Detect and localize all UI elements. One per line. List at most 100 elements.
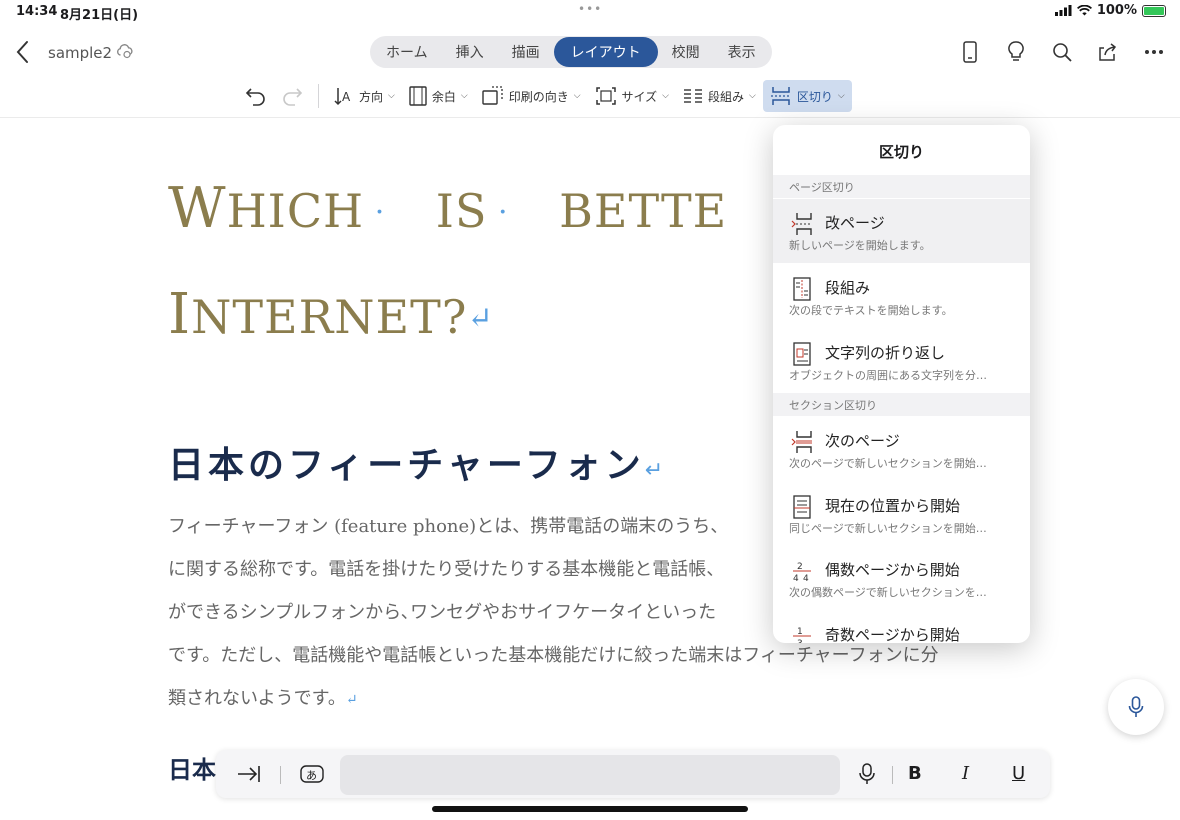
- title-word: IS: [435, 184, 488, 238]
- bar-divider: [280, 766, 281, 784]
- margins-label: 余白: [431, 89, 456, 104]
- next-page-break-icon: [791, 431, 812, 453]
- item-description: オブジェクトの周囲にある文字列を分…: [789, 369, 987, 382]
- redo-icon: [283, 88, 303, 106]
- svg-text:A: A: [342, 90, 351, 104]
- margins-button[interactable]: 余白 ⌵: [402, 80, 475, 112]
- dictation-button[interactable]: [1108, 679, 1164, 735]
- lightbulb-icon[interactable]: [1004, 40, 1028, 64]
- chevron-down-icon: ⌵: [460, 91, 468, 101]
- title-bar: sample2 ホーム 挿入 描画 レイアウト 校閲 表示: [0, 24, 1180, 80]
- break-odd-page[interactable]: 13 奇数ページから開始: [773, 611, 1030, 643]
- status-date: 8月21日(日): [60, 8, 139, 23]
- doc-title[interactable]: sample2: [48, 44, 112, 62]
- break-next-page[interactable]: 次のページ 次のページで新しいセクションを開始…: [773, 417, 1030, 481]
- even-page-break-icon: 24 4: [793, 562, 811, 583]
- body-text: 類されないようです。: [168, 688, 346, 709]
- svg-text:あ: あ: [306, 769, 317, 782]
- break-text-wrapping[interactable]: 文字列の折り返し オブジェクトの周囲にある文字列を分…: [773, 329, 1030, 393]
- chevron-down-icon: ⌵: [662, 91, 669, 101]
- item-description: 同じページで新しいセクションを開始…: [789, 522, 987, 535]
- item-label: 偶数ページから開始: [825, 561, 960, 579]
- mobile-view-icon[interactable]: [958, 40, 982, 64]
- home-indicator[interactable]: [432, 806, 748, 812]
- italic-button[interactable]: I: [962, 763, 969, 784]
- tab-home[interactable]: ホーム: [372, 37, 442, 67]
- battery-percent: 100%: [1096, 3, 1137, 18]
- bold-button[interactable]: B: [908, 763, 922, 784]
- body-line-last: 類されないようです。↵: [168, 684, 358, 710]
- microphone-icon: [1128, 696, 1144, 717]
- break-page-break[interactable]: 改ページ 新しいページを開始します。: [773, 199, 1030, 263]
- break-column[interactable]: 段組み 次の段でテキストを開始します。: [773, 264, 1030, 328]
- input-method-icon[interactable]: あ: [300, 763, 324, 785]
- underline-button[interactable]: U: [1012, 763, 1025, 784]
- chevron-down-icon: ⌵: [388, 91, 395, 101]
- microphone-icon[interactable]: [858, 763, 876, 785]
- orientation-button[interactable]: 印刷の向き ⌵: [475, 80, 588, 112]
- heading-feature-phone: 日本のフィーチャーフォン↵: [168, 436, 667, 488]
- title-word: HICH: [226, 184, 365, 238]
- heading-2: 日本: [168, 756, 216, 784]
- break-even-page[interactable]: 244 偶数ページから開始 次の偶数ページで新しいセクションを…: [773, 546, 1030, 610]
- more-icon[interactable]: [1142, 40, 1166, 64]
- orientation-label: 印刷の向き: [508, 89, 569, 104]
- break-continuous[interactable]: 現在の位置から開始 同じページで新しいセクションを開始…: [773, 482, 1030, 546]
- status-bar: 14:34 8月21日(日) ••• 100%: [0, 0, 1180, 24]
- size-button[interactable]: サイズ ⌵: [588, 80, 676, 112]
- status-right: 100%: [1054, 3, 1166, 18]
- space-mark: ·: [487, 195, 520, 230]
- undo-button[interactable]: [238, 80, 274, 112]
- title-actions: [958, 40, 1166, 64]
- columns-icon: [684, 89, 702, 103]
- back-chevron-icon[interactable]: [12, 38, 34, 66]
- body-line: に関する総称です。電話を掛けたり受けたりする基本機能と電話帳、: [168, 559, 725, 580]
- section-header-page-breaks: ページ区切り: [773, 175, 1030, 198]
- doc-title-line-2: INTERNET?↵: [168, 282, 494, 347]
- item-label: 文字列の折り返し: [825, 344, 946, 362]
- tab-draw[interactable]: 描画: [498, 37, 554, 67]
- size-label: サイズ: [621, 89, 658, 104]
- title-word: BETTE: [559, 184, 728, 238]
- text-direction-button[interactable]: A 方向 ⌵: [327, 80, 402, 112]
- item-description: 新しいページを開始します。: [789, 239, 931, 252]
- breaks-button[interactable]: 区切り ⌵: [762, 80, 852, 112]
- heading-text: 日本のフィーチャーフォン: [168, 445, 645, 486]
- paragraph-return-icon: ↵: [345, 692, 358, 708]
- multitasking-dots-icon[interactable]: •••: [578, 2, 602, 16]
- continuous-break-icon: [793, 495, 811, 519]
- search-icon[interactable]: [1050, 40, 1074, 64]
- battery-icon: [1142, 4, 1166, 17]
- tab-insert[interactable]: 挿入: [442, 37, 498, 67]
- paragraph-return-icon: ↵: [467, 301, 494, 336]
- popover-title: 区切り: [878, 143, 924, 161]
- svg-text:3: 3: [797, 639, 803, 643]
- page-size-icon: [595, 87, 616, 105]
- section-header-section-breaks: セクション区切り: [773, 393, 1030, 416]
- orientation-icon: [481, 86, 503, 105]
- predictive-text-area[interactable]: [340, 755, 840, 795]
- tab-layout[interactable]: レイアウト: [553, 37, 658, 67]
- space-mark: ·: [364, 195, 396, 230]
- undo-icon: [245, 88, 265, 106]
- cellular-signal-icon: [1054, 5, 1072, 16]
- columns-label: 段組み: [708, 89, 745, 104]
- text-direction-label: 方向: [359, 89, 384, 104]
- status-time: 14:34: [16, 4, 58, 19]
- tab-review[interactable]: 校閲: [658, 37, 714, 67]
- paragraph-return-icon: ↵: [644, 458, 668, 483]
- wifi-icon: [1076, 5, 1092, 16]
- ribbon-tabs: ホーム 挿入 描画 レイアウト 校閲 表示: [370, 36, 772, 68]
- layout-toolbar: A 方向 ⌵ 余白 ⌵ 印刷の向き ⌵ サイズ ⌵ 段組み ⌵ 区切り ⌵: [238, 78, 852, 114]
- columns-button[interactable]: 段組み ⌵: [676, 80, 763, 112]
- tab-view[interactable]: 表示: [714, 37, 770, 67]
- bar-divider: [892, 766, 893, 784]
- toolbar-divider: [318, 84, 319, 108]
- cloud-sync-icon[interactable]: [116, 42, 134, 60]
- redo-button[interactable]: [274, 80, 310, 112]
- item-description: 次の偶数ページで新しいセクションを…: [789, 586, 987, 599]
- share-icon[interactable]: [1096, 40, 1120, 64]
- tab-indent-icon[interactable]: [236, 762, 262, 786]
- chevron-down-icon: ⌵: [837, 91, 845, 101]
- item-label: 奇数ページから開始: [825, 626, 960, 643]
